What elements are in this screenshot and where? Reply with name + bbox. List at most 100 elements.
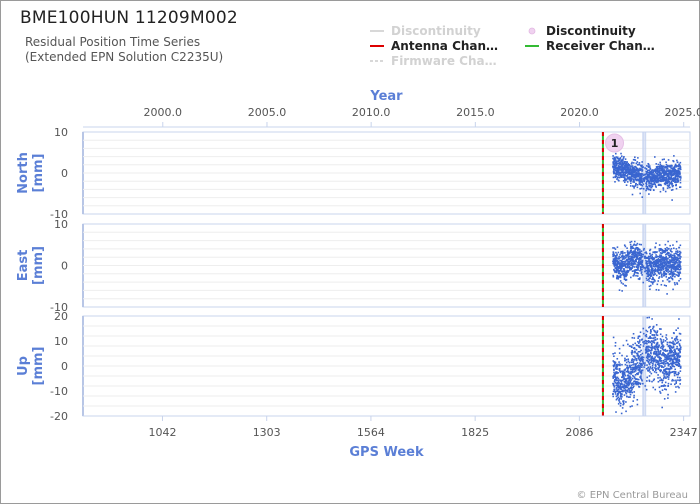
data-point <box>647 256 650 258</box>
data-point <box>634 251 637 253</box>
data-point <box>626 389 629 391</box>
data-point <box>674 283 676 286</box>
data-point <box>614 388 616 391</box>
data-point <box>679 177 682 179</box>
data-point <box>624 363 627 366</box>
data-point <box>675 274 678 276</box>
data-point <box>670 351 673 354</box>
data-point <box>660 328 662 330</box>
data-point <box>645 388 648 391</box>
data-point <box>616 264 619 266</box>
data-point <box>621 395 623 398</box>
data-point <box>645 182 648 184</box>
data-point <box>656 251 658 253</box>
data-point <box>675 248 678 250</box>
data-point <box>624 245 627 248</box>
data-point <box>671 259 674 262</box>
data-point <box>646 376 649 379</box>
data-point <box>659 390 661 393</box>
data-point <box>656 283 659 286</box>
data-point <box>613 355 615 358</box>
data-point <box>624 374 627 377</box>
data-point <box>675 379 677 382</box>
data-point <box>655 274 658 277</box>
data-point <box>658 276 661 278</box>
data-point <box>621 363 623 366</box>
data-point <box>629 382 632 384</box>
data-point <box>634 156 636 158</box>
y-tick-label-up: -10 <box>50 385 68 398</box>
data-point <box>622 260 625 263</box>
data-point <box>651 185 654 188</box>
data-point <box>664 243 667 246</box>
data-point <box>641 268 643 271</box>
data-point <box>617 261 620 263</box>
data-point <box>673 332 675 335</box>
data-point <box>670 247 673 250</box>
data-point <box>679 355 682 357</box>
data-point <box>641 175 643 177</box>
data-point <box>634 351 636 354</box>
data-point <box>634 171 637 173</box>
data-point <box>660 283 663 286</box>
data-point <box>642 188 645 190</box>
data-point <box>639 367 641 369</box>
data-point <box>616 246 619 248</box>
data-point <box>621 421 623 423</box>
data-point <box>641 352 644 355</box>
data-point <box>638 340 641 343</box>
data-point <box>644 173 647 176</box>
data-point <box>654 280 656 282</box>
data-point <box>631 351 634 354</box>
data-point <box>666 278 669 281</box>
data-point <box>658 244 661 246</box>
data-point <box>617 277 620 280</box>
data-point <box>662 379 664 382</box>
data-point <box>651 327 654 330</box>
data-point <box>649 284 652 287</box>
data-point <box>653 350 656 353</box>
data-point <box>661 276 663 278</box>
panel-label-north: North <box>16 152 31 194</box>
data-point <box>677 379 679 381</box>
data-point <box>631 193 634 196</box>
data-point <box>665 249 667 251</box>
data-point <box>624 158 627 160</box>
data-point <box>620 412 623 415</box>
data-point <box>629 405 632 408</box>
data-point <box>646 330 649 333</box>
data-point <box>640 366 643 368</box>
data-point <box>641 164 643 167</box>
data-point <box>622 375 625 378</box>
data-point <box>615 257 618 259</box>
data-point <box>648 350 651 352</box>
data-point <box>654 273 656 275</box>
data-point <box>636 362 639 364</box>
data-point <box>634 184 637 187</box>
data-point <box>672 340 674 343</box>
data-point <box>676 159 678 162</box>
data-point <box>667 159 670 161</box>
data-point <box>626 390 629 393</box>
data-point <box>679 186 682 188</box>
data-point <box>679 376 681 379</box>
data-point <box>657 374 659 376</box>
data-point <box>665 256 667 258</box>
data-point <box>630 182 632 185</box>
data-point <box>673 273 676 275</box>
data-point <box>678 170 681 172</box>
top-axis-tick-label: 2020.0 <box>560 106 599 119</box>
data-point <box>668 180 671 183</box>
data-point <box>625 184 628 187</box>
data-point <box>616 365 619 367</box>
data-point <box>676 345 678 348</box>
data-point <box>669 362 672 365</box>
data-point <box>654 336 657 339</box>
data-point <box>641 379 643 382</box>
data-point <box>629 165 631 167</box>
data-point <box>667 378 670 380</box>
data-point <box>655 365 657 367</box>
data-point <box>679 266 682 268</box>
data-point <box>655 269 657 271</box>
data-point <box>629 396 631 398</box>
